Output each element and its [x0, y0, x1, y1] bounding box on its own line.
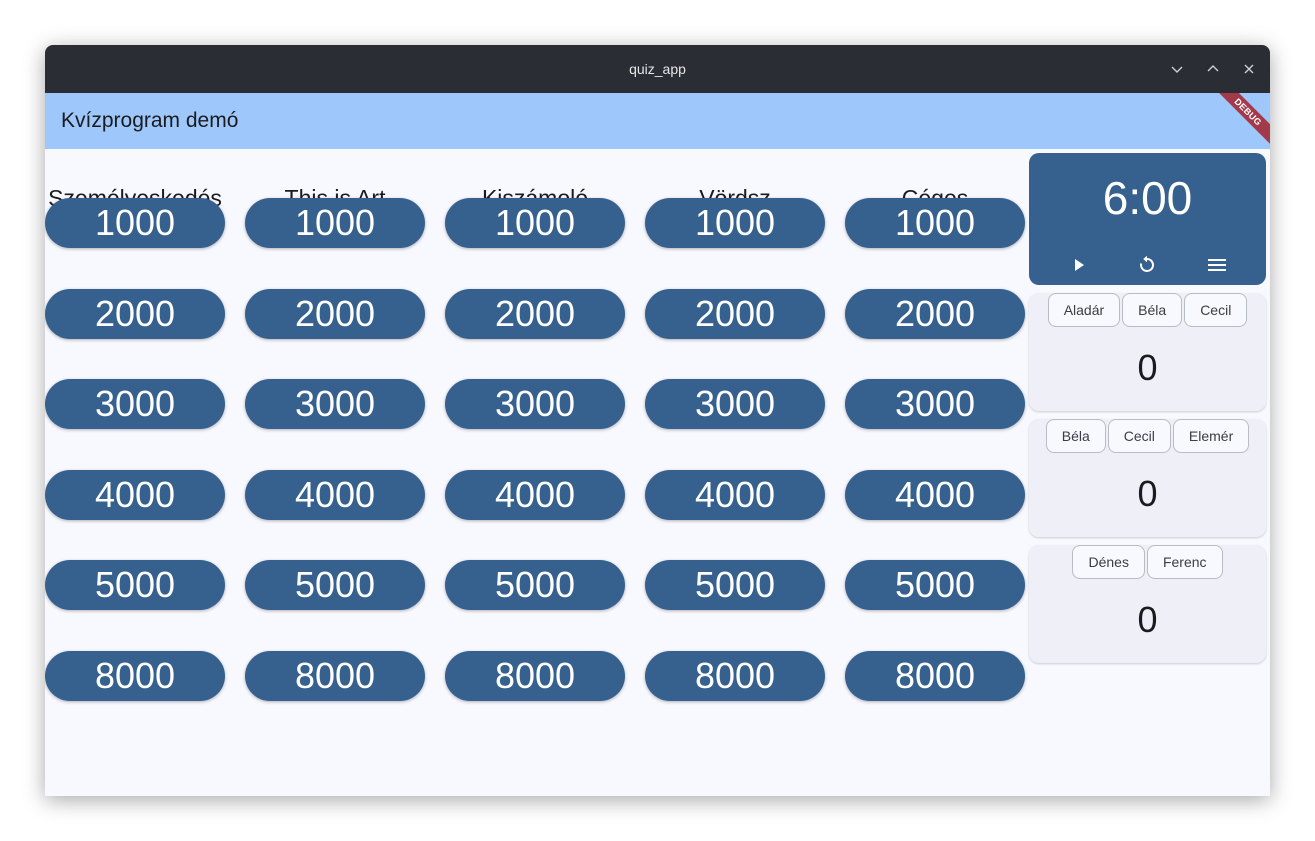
question-button[interactable]: 2000 [445, 289, 625, 339]
app-window: quiz_app Kvízprogram demó DEBUG Személye… [45, 45, 1270, 796]
question-button[interactable]: 3000 [45, 379, 225, 429]
member-chip[interactable]: Cecil [1107, 419, 1171, 453]
question-button[interactable]: 4000 [645, 470, 825, 520]
question-button[interactable]: 8000 [245, 651, 425, 701]
question-button[interactable]: 2000 [45, 289, 225, 339]
menu-icon [1208, 259, 1226, 271]
menu-button[interactable] [1205, 253, 1229, 277]
team-members: Dénes Ferenc [1029, 545, 1266, 579]
close-icon [1244, 64, 1254, 74]
member-chip[interactable]: Cecil [1184, 293, 1248, 327]
replay-icon [1140, 255, 1154, 272]
minimize-button[interactable] [1167, 59, 1187, 79]
question-button[interactable]: 1000 [845, 198, 1025, 248]
timer-display: 6:00 [1102, 172, 1193, 224]
question-button[interactable]: 2000 [845, 289, 1025, 339]
member-chip[interactable]: Ferenc [1146, 545, 1223, 579]
team-members: Aladár Béla Cecil [1029, 293, 1266, 327]
timer-card: 6:00 [1029, 153, 1266, 285]
question-button[interactable]: 1000 [645, 198, 825, 248]
question-button[interactable]: 3000 [645, 379, 825, 429]
question-button[interactable]: 8000 [45, 651, 225, 701]
team-score[interactable]: 0 [1029, 599, 1266, 641]
window-title: quiz_app [629, 61, 686, 77]
title-bar[interactable]: quiz_app [45, 45, 1270, 93]
play-button[interactable] [1067, 253, 1091, 277]
question-button[interactable]: 4000 [245, 470, 425, 520]
team-score[interactable]: 0 [1029, 347, 1266, 389]
question-button[interactable]: 3000 [845, 379, 1025, 429]
member-chip[interactable]: Dénes [1072, 545, 1145, 579]
chevron-up-icon [1207, 65, 1219, 72]
question-button[interactable]: 8000 [645, 651, 825, 701]
question-button[interactable]: 5000 [445, 560, 625, 610]
question-button[interactable]: 8000 [845, 651, 1025, 701]
question-button[interactable]: 4000 [45, 470, 225, 520]
maximize-button[interactable] [1203, 59, 1223, 79]
play-icon [1075, 259, 1084, 271]
question-board: Személyeskedés100020003000400050008000Th… [45, 149, 1025, 796]
question-button[interactable]: 4000 [845, 470, 1025, 520]
app-bar: Kvízprogram demó [45, 93, 1270, 149]
member-chip[interactable]: Aladár [1047, 293, 1121, 327]
question-button[interactable]: 2000 [245, 289, 425, 339]
chevron-down-icon [1171, 66, 1183, 73]
question-button[interactable]: 5000 [845, 560, 1025, 610]
team-card: Aladár Béla Cecil 0 [1029, 293, 1266, 411]
question-button[interactable]: 1000 [445, 198, 625, 248]
question-button[interactable]: 8000 [445, 651, 625, 701]
member-chip[interactable]: Béla [1122, 293, 1183, 327]
member-chip[interactable]: Béla [1045, 419, 1106, 453]
question-button[interactable]: 2000 [645, 289, 825, 339]
question-button[interactable]: 1000 [45, 198, 225, 248]
member-chip[interactable]: Elemér [1172, 419, 1250, 453]
question-button[interactable]: 3000 [245, 379, 425, 429]
reset-button[interactable] [1135, 253, 1159, 277]
close-button[interactable] [1239, 59, 1259, 79]
team-card: Béla Cecil Elemér 0 [1029, 419, 1266, 537]
question-button[interactable]: 4000 [445, 470, 625, 520]
team-card: Dénes Ferenc 0 [1029, 545, 1266, 663]
question-button[interactable]: 3000 [445, 379, 625, 429]
question-button[interactable]: 5000 [45, 560, 225, 610]
app-title: Kvízprogram demó [61, 109, 239, 132]
question-button[interactable]: 5000 [645, 560, 825, 610]
question-button[interactable]: 5000 [245, 560, 425, 610]
team-score[interactable]: 0 [1029, 473, 1266, 515]
team-members: Béla Cecil Elemér [1029, 419, 1266, 453]
question-button[interactable]: 1000 [245, 198, 425, 248]
